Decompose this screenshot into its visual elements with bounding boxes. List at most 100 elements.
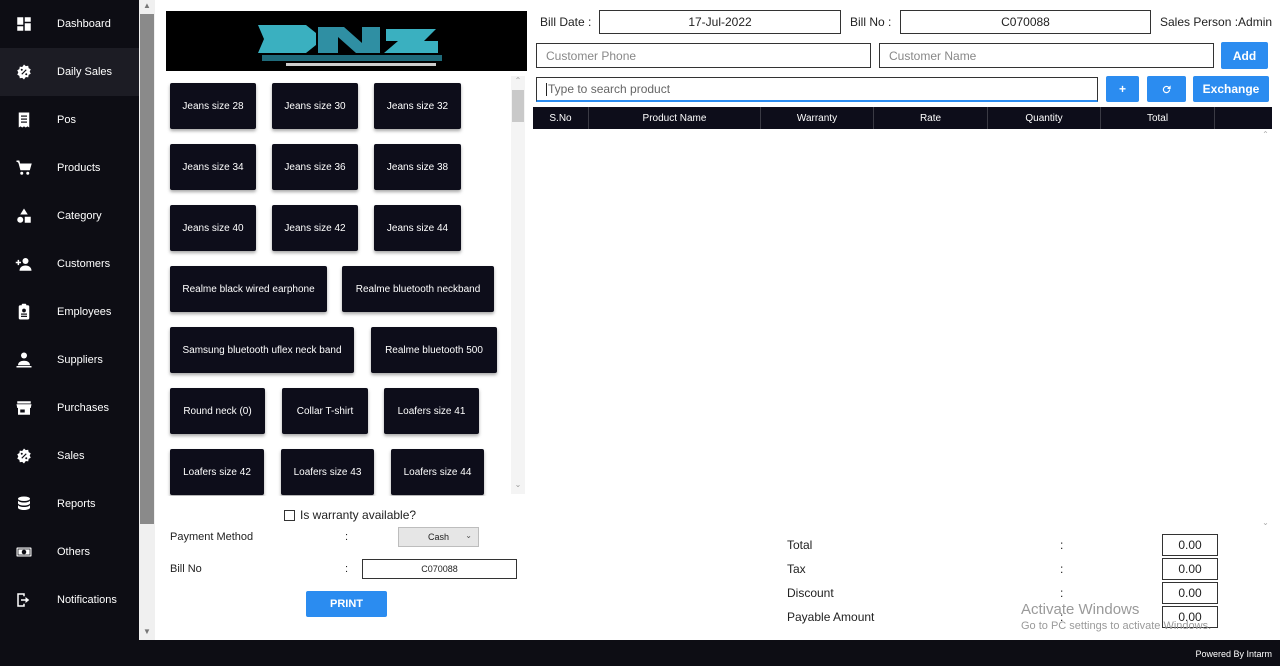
discount-label: Discount bbox=[787, 586, 834, 600]
warranty-checkbox[interactable] bbox=[284, 509, 295, 521]
bill-no-header-value: C070088 bbox=[1001, 15, 1050, 29]
discount-colon: : bbox=[1060, 586, 1064, 600]
print-button[interactable]: PRINT bbox=[306, 591, 387, 617]
store-icon bbox=[14, 398, 34, 418]
sidebar-item-employees[interactable]: Employees bbox=[0, 288, 139, 336]
product-button[interactable]: Round neck (0) bbox=[170, 388, 265, 434]
product-button[interactable]: Jeans size 28 bbox=[170, 83, 256, 129]
scroll-up-arrow[interactable]: ⌃ bbox=[1259, 130, 1272, 139]
store-logo bbox=[166, 11, 527, 71]
column-header-rate[interactable]: Rate bbox=[874, 107, 988, 129]
product-button[interactable]: Loafers size 41 bbox=[384, 388, 479, 434]
product-button[interactable]: Jeans size 44 bbox=[374, 205, 461, 251]
scroll-up-arrow[interactable]: ⌃ bbox=[511, 76, 525, 88]
sidebar-item-daily-sales[interactable]: Daily Sales bbox=[0, 48, 139, 96]
sidebar-item-label: Pos bbox=[57, 114, 76, 126]
product-button[interactable]: Jeans size 30 bbox=[272, 83, 358, 129]
product-button[interactable]: Jeans size 40 bbox=[170, 205, 256, 251]
sidebar-item-label: Purchases bbox=[57, 402, 109, 414]
column-header-warranty[interactable]: Warranty bbox=[761, 107, 874, 129]
product-button[interactable]: Realme bluetooth neckband bbox=[342, 266, 494, 312]
product-button[interactable]: Jeans size 42 bbox=[272, 205, 358, 251]
bill-no-colon: : bbox=[345, 563, 349, 575]
cart-table-scrollbar[interactable]: ⌃ ⌄ bbox=[1259, 130, 1272, 532]
sidebar-scrollbar[interactable]: ▲ ▼ bbox=[139, 0, 155, 640]
bill-date-label: Bill Date : bbox=[540, 15, 592, 29]
total-label: Total bbox=[787, 538, 813, 552]
cart-table-header: S.No Product Name Warranty Rate Quantity Tota… bbox=[533, 107, 1272, 129]
watermark-subtitle: Go to PC settings to activate Windows. bbox=[1021, 620, 1212, 632]
product-button[interactable]: Jeans size 36 bbox=[272, 144, 358, 190]
product-button[interactable]: Realme black wired earphone bbox=[170, 266, 327, 312]
warranty-checkbox-row[interactable]: Is warranty available? bbox=[284, 508, 416, 522]
total-colon: : bbox=[1060, 538, 1064, 552]
database-icon bbox=[14, 494, 34, 514]
sidebar-item-products[interactable]: Products bbox=[0, 144, 139, 192]
product-button[interactable]: Loafers size 43 bbox=[281, 449, 374, 495]
exchange-button[interactable]: Exchange bbox=[1193, 76, 1269, 102]
sidebar-item-pos[interactable]: Pos bbox=[0, 96, 139, 144]
sidebar-item-category[interactable]: Category bbox=[0, 192, 139, 240]
scroll-down-arrow[interactable]: ⌄ bbox=[511, 480, 525, 492]
sales-person-label: Sales Person :Admin bbox=[1160, 15, 1273, 29]
payable-amount-label: Payable Amount bbox=[787, 610, 875, 624]
payment-method-select[interactable]: Cash ⌄ bbox=[398, 527, 479, 547]
product-button[interactable]: Loafers size 42 bbox=[170, 449, 264, 495]
product-grid: Jeans size 28 Jeans size 30 Jeans size 32 J… bbox=[166, 76, 511, 496]
sidebar-item-customers[interactable]: Customers bbox=[0, 240, 139, 288]
column-header-quantity[interactable]: Quantity bbox=[988, 107, 1101, 129]
scroll-down-arrow[interactable]: ⌄ bbox=[1259, 518, 1272, 527]
sidebar-item-others[interactable]: Others bbox=[0, 528, 139, 576]
total-field[interactable]: 0.00 bbox=[1162, 534, 1218, 556]
product-button[interactable]: Loafers size 44 bbox=[391, 449, 484, 495]
sidebar-item-purchases[interactable]: Purchases bbox=[0, 384, 139, 432]
product-scrollbar[interactable]: ⌃ ⌄ bbox=[511, 76, 525, 494]
sidebar-item-reports[interactable]: Reports bbox=[0, 480, 139, 528]
scroll-up-arrow[interactable]: ▲ bbox=[139, 0, 155, 12]
product-button[interactable]: Realme bluetooth 500 bbox=[371, 327, 497, 373]
sidebar-item-sales[interactable]: Sales bbox=[0, 432, 139, 480]
product-search-input[interactable]: Type to search product bbox=[536, 77, 1098, 102]
scrollbar-thumb[interactable] bbox=[512, 90, 524, 122]
sidebar: Dashboard Daily Sales Pos Products Category C… bbox=[0, 0, 139, 640]
payment-method-label: Payment Method bbox=[170, 531, 254, 543]
column-header-total[interactable]: Total bbox=[1101, 107, 1215, 129]
sidebar-item-label: Reports bbox=[57, 498, 96, 510]
product-button[interactable]: Jeans size 34 bbox=[170, 144, 256, 190]
sidebar-item-label: Products bbox=[57, 162, 101, 174]
text-caret bbox=[546, 82, 547, 96]
bill-no-header-field[interactable]: C070088 bbox=[900, 10, 1151, 34]
sidebar-item-suppliers[interactable]: Suppliers bbox=[0, 336, 139, 384]
sidebar-item-label: Dashboard bbox=[57, 18, 111, 30]
tax-field[interactable]: 0.00 bbox=[1162, 558, 1218, 580]
add-customer-button[interactable]: Add bbox=[1221, 42, 1268, 69]
sidebar-item-notifications[interactable]: Notifications bbox=[0, 576, 139, 624]
powered-by-label: Powered By Intarm bbox=[1195, 649, 1272, 659]
column-header-s-no[interactable]: S.No bbox=[533, 107, 589, 129]
bill-no-field[interactable]: C070088 bbox=[362, 559, 517, 579]
customer-name-placeholder: Customer Name bbox=[889, 48, 977, 63]
id-badge-icon bbox=[14, 302, 34, 322]
scroll-down-arrow[interactable]: ▼ bbox=[139, 626, 155, 638]
add-item-button[interactable]: + bbox=[1106, 76, 1139, 102]
product-button[interactable]: Samsung bluetooth uflex neck band bbox=[170, 327, 354, 373]
bill-no-header-label: Bill No : bbox=[850, 15, 892, 29]
scrollbar-thumb[interactable] bbox=[140, 14, 154, 524]
sidebar-item-label: Notifications bbox=[57, 594, 117, 606]
column-header-product-name[interactable]: Product Name bbox=[589, 107, 761, 129]
badge-percent-icon bbox=[14, 446, 34, 466]
refresh-button[interactable] bbox=[1147, 76, 1186, 102]
badge-percent-icon bbox=[14, 62, 34, 82]
bill-date-field[interactable]: 17-Jul-2022 bbox=[599, 10, 841, 34]
product-button[interactable]: Jeans size 32 bbox=[374, 83, 461, 129]
watermark-title: Activate Windows bbox=[1021, 601, 1140, 618]
product-button[interactable]: Collar T-shirt bbox=[282, 388, 368, 434]
customer-name-input[interactable]: Customer Name bbox=[879, 43, 1214, 68]
sidebar-item-dashboard[interactable]: Dashboard bbox=[0, 0, 139, 48]
sidebar-item-label: Daily Sales bbox=[57, 66, 113, 78]
customer-phone-input[interactable]: Customer Phone bbox=[536, 43, 871, 68]
product-button[interactable]: Jeans size 38 bbox=[374, 144, 461, 190]
dashboard-icon bbox=[14, 14, 34, 34]
tax-colon: : bbox=[1060, 562, 1064, 576]
customer-phone-placeholder: Customer Phone bbox=[546, 48, 637, 63]
